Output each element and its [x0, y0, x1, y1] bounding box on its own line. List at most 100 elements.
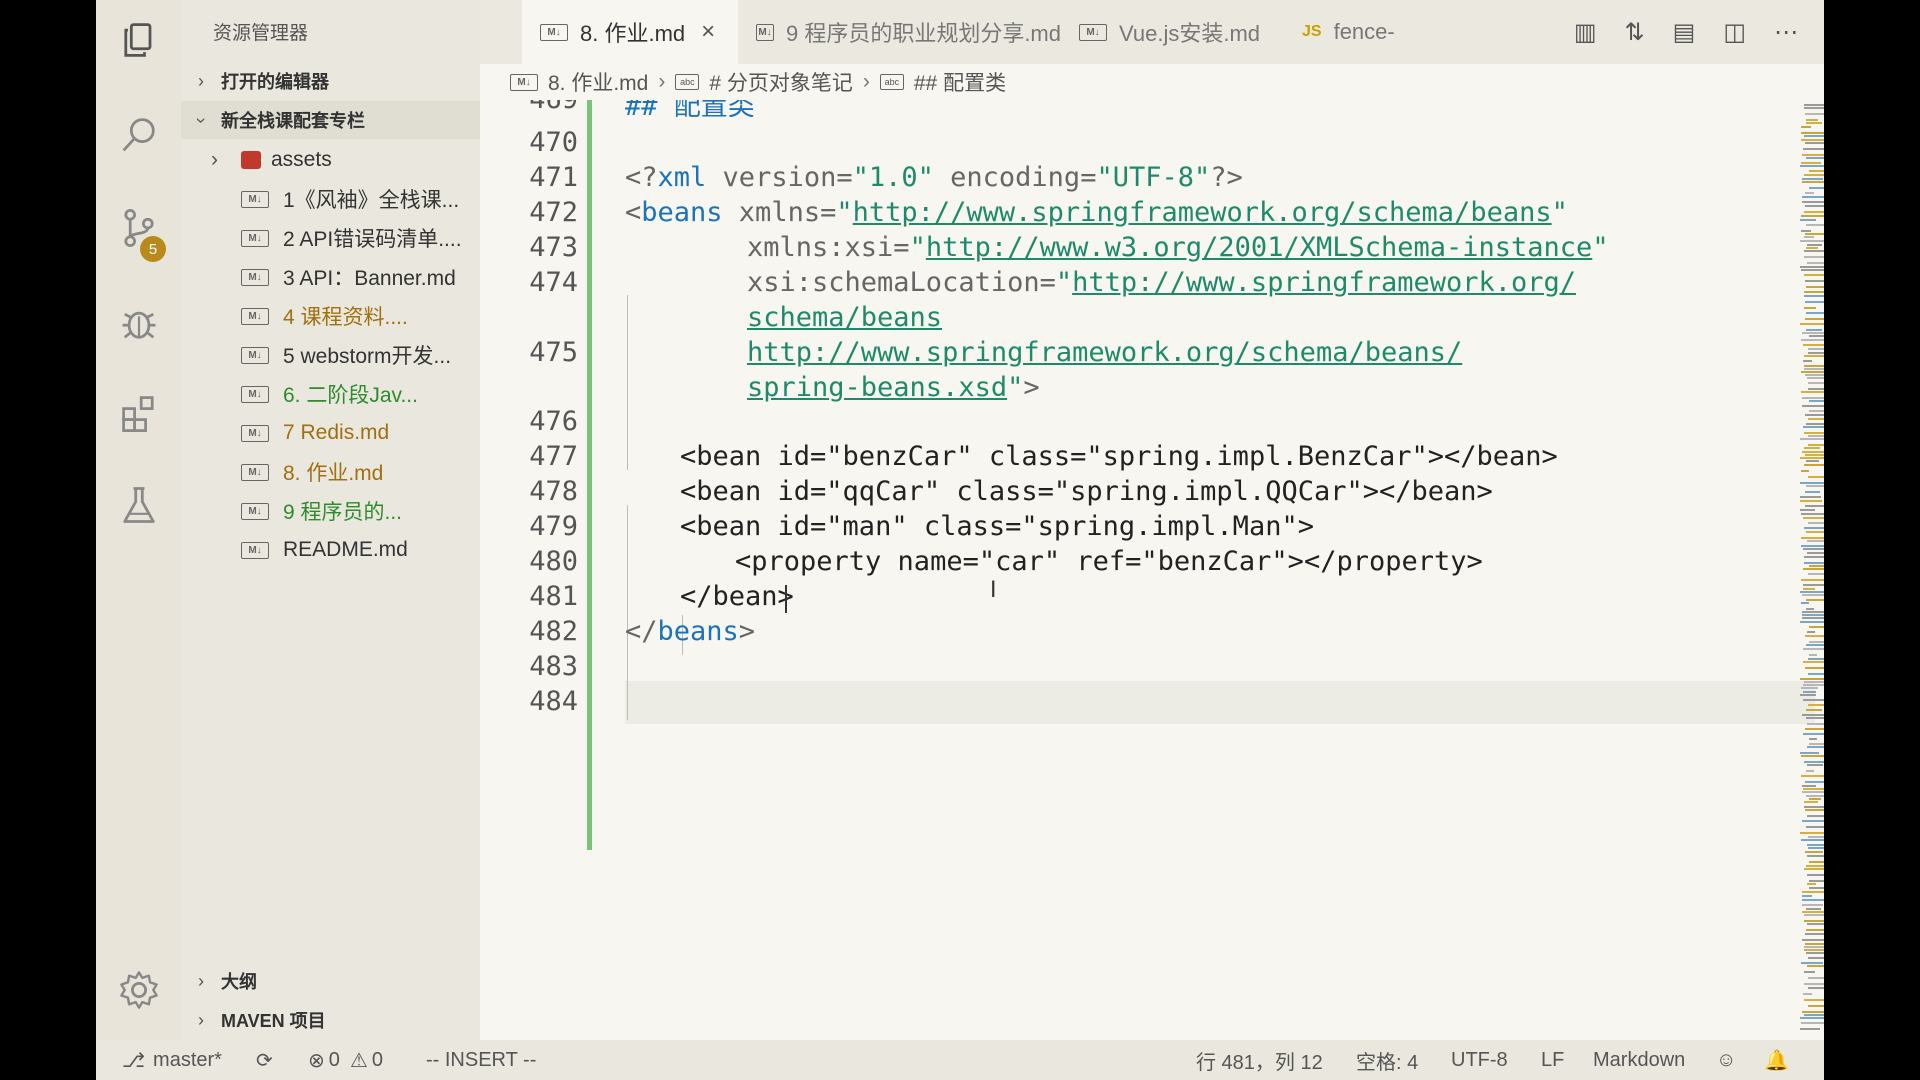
tab-vue-install[interactable]: M↓ Vue.js安装.md	[1061, 0, 1284, 64]
minimap-line	[1802, 451, 1824, 453]
minimap[interactable]	[1800, 100, 1824, 1040]
breadcrumb-subheading[interactable]: ## 配置类	[914, 67, 1006, 97]
minimap-line	[1808, 704, 1824, 706]
tab-label: fence-	[1333, 19, 1395, 44]
minimap-line	[1805, 192, 1814, 194]
minimap-line	[1800, 678, 1824, 680]
minimap-line	[1803, 548, 1824, 550]
feedback-smiley-icon[interactable]: ☺	[1716, 1040, 1736, 1080]
minimap-line	[1807, 746, 1824, 748]
branch-status[interactable]: ⎇ master*	[122, 1040, 222, 1080]
markdown-file-icon: M↓	[540, 23, 568, 41]
minimap-line	[1803, 733, 1824, 735]
minimap-line	[1805, 491, 1820, 493]
minimap-line	[1803, 360, 1812, 362]
explorer-icon[interactable]	[96, 0, 181, 80]
minimap-line	[1800, 323, 1824, 325]
outline-section[interactable]: › 大纲	[181, 962, 480, 1000]
markdown-file-icon: M↓	[241, 502, 269, 520]
tab-career-planning[interactable]: M↓ 9 程序员的职业规划分享.md	[738, 0, 1061, 64]
minimap-line	[1800, 752, 1819, 754]
minimap-line	[1806, 709, 1822, 711]
minimap-line	[1806, 826, 1824, 828]
warning-count: 0	[371, 1048, 383, 1071]
breadcrumb-file[interactable]: 8. 作业.md	[548, 67, 648, 97]
tab-8-zuoye[interactable]: M↓ 8. 作业.md ×	[522, 0, 738, 64]
minimap-line	[1807, 377, 1824, 379]
minimap-line	[1809, 641, 1824, 643]
code-text: <bean id="man" class="spring.impl.Man">	[680, 511, 1314, 542]
minimap-line	[1805, 933, 1824, 935]
maven-section[interactable]: › MAVEN 项目	[181, 1001, 480, 1039]
minimap-line	[1802, 714, 1824, 716]
open-preview-icon[interactable]: ▥	[1574, 18, 1597, 47]
tab-fence[interactable]: JS fence-	[1284, 0, 1410, 64]
minimap-line	[1806, 717, 1824, 719]
minimap-line	[1804, 174, 1824, 176]
minimap-line	[1800, 1028, 1820, 1030]
js-file-icon: JS	[1302, 23, 1322, 40]
mouse-ibeam-icon: I	[990, 578, 997, 603]
code-editor[interactable]: 469 ## 配置类 470 471 <?xml version="1.0" e…	[480, 100, 1824, 1040]
line-ending[interactable]: LF	[1541, 1040, 1564, 1080]
tab-label: Vue.js安装.md	[1119, 21, 1261, 46]
folder-icon	[241, 151, 261, 169]
language-mode[interactable]: Markdown	[1593, 1040, 1685, 1080]
minimap-line	[1803, 648, 1824, 650]
debug-icon[interactable]	[96, 283, 181, 363]
extensions-icon[interactable]	[96, 373, 181, 453]
minimap-line	[1801, 339, 1824, 341]
breadcrumb-heading[interactable]: # 分页对象笔记	[709, 67, 853, 97]
minimap-line	[1808, 977, 1824, 979]
minimap-line	[1801, 139, 1824, 141]
source-control-icon[interactable]: 5	[96, 188, 181, 268]
minimap-line	[1801, 126, 1811, 128]
minimap-line	[1801, 215, 1824, 217]
chevron-right-icon: ›	[198, 1009, 204, 1030]
line-number: 476	[529, 406, 578, 437]
minimap-line	[1801, 470, 1809, 472]
notifications-bell-icon[interactable]: 🔔	[1764, 1040, 1789, 1080]
minimap-line	[1801, 545, 1824, 547]
line-number: 474	[529, 267, 578, 298]
cursor-position[interactable]: 行 481，列 12	[1196, 1040, 1323, 1080]
minimap-line	[1802, 1011, 1824, 1013]
minimap-line	[1802, 939, 1824, 941]
minimap-line	[1808, 673, 1824, 675]
sync-icon[interactable]: ⟳	[256, 1040, 273, 1080]
minimap-line	[1808, 348, 1824, 350]
minimap-line	[1804, 761, 1824, 763]
minimap-line	[1807, 965, 1824, 967]
minimap-line	[1802, 614, 1824, 616]
file-label: 4 课程资料....	[283, 306, 408, 329]
more-actions-icon[interactable]: ⋯	[1774, 18, 1798, 47]
project-section[interactable]: › 新全栈课配套专栏	[181, 101, 480, 139]
split-editor-icon[interactable]: ◫	[1723, 18, 1746, 47]
preview-side-icon[interactable]: ▤	[1673, 18, 1696, 47]
minimap-line	[1803, 148, 1824, 150]
minimap-line	[1808, 476, 1824, 478]
compare-changes-icon[interactable]: ⇅	[1625, 18, 1645, 47]
open-editors-section[interactable]: › 打开的编辑器	[181, 62, 480, 100]
minimap-line	[1802, 904, 1823, 906]
search-icon[interactable]	[96, 95, 181, 175]
minimap-line	[1804, 920, 1824, 922]
problems-status[interactable]: ⊗ 0 ⚠ 0	[308, 1040, 383, 1080]
minimap-line	[1802, 201, 1824, 203]
folder-assets[interactable]: › assets	[181, 141, 510, 179]
indentation[interactable]: 空格: 4	[1356, 1040, 1418, 1080]
encoding[interactable]: UTF-8	[1451, 1040, 1508, 1080]
testing-flask-icon[interactable]	[96, 465, 181, 545]
close-icon[interactable]: ×	[701, 18, 715, 46]
minimap-line	[1803, 568, 1824, 570]
status-bar: ⎇ master* ⟳ ⊗ 0 ⚠ 0 -- INSERT -- 行 481，列…	[96, 1040, 1824, 1080]
markdown-file-icon: M↓	[241, 541, 269, 559]
text-cursor	[785, 585, 787, 613]
settings-gear-icon[interactable]	[96, 950, 181, 1030]
maven-label: MAVEN 项目	[221, 1011, 326, 1031]
line-number: 479	[529, 511, 578, 542]
minimap-line	[1808, 847, 1824, 849]
heading-symbol-icon: abc	[675, 74, 700, 90]
markdown-file-icon: M↓	[756, 23, 774, 41]
minimap-line	[1809, 738, 1817, 740]
